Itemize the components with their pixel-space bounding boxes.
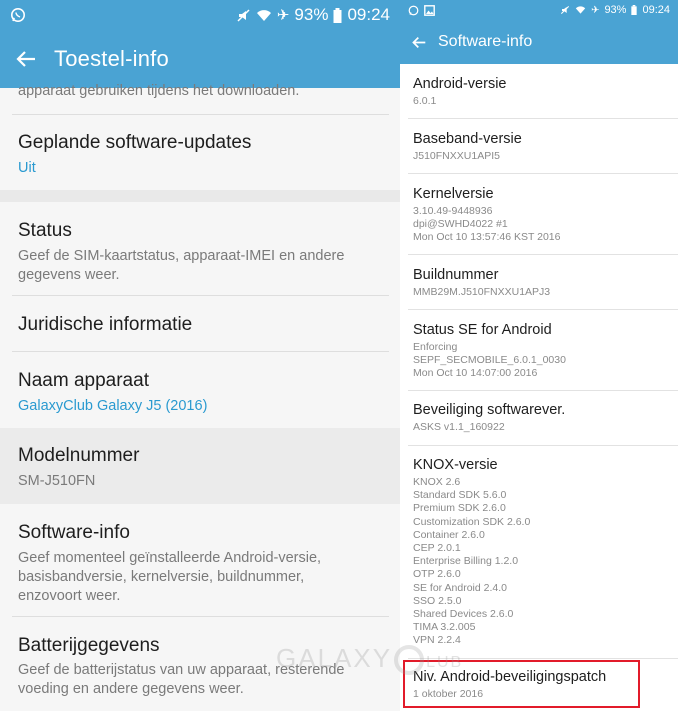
info-item-value: Enforcing SEPF_SECMOBILE_6.0.1_0030 Mon … xyxy=(413,341,566,380)
status-bar: ✈ 93% 09:24 xyxy=(0,0,400,30)
list-item-legal-info[interactable]: Juridische informatie xyxy=(0,296,400,351)
mute-icon xyxy=(560,5,570,15)
list-item-description: Geef de SIM-kaartstatus, apparaat-IMEI e… xyxy=(18,248,345,283)
list-item-title: Software-info xyxy=(18,522,130,543)
list-item-value: Uit xyxy=(18,160,36,176)
info-item-value: J510FNXXU1API5 xyxy=(413,150,500,162)
info-item-value: ASKS v1.1_160922 xyxy=(413,421,505,433)
info-item-android-version: Android-versie 6.0.1 xyxy=(400,64,678,118)
info-item-security-software-version: Beveiliging softwarever. ASKS v1.1_16092… xyxy=(400,391,678,445)
status-bar: ✈ 93% 09:24 xyxy=(400,0,678,20)
list-item-value: SM-J510FN xyxy=(18,473,96,489)
list-item-title: Batterijgegevens xyxy=(18,635,160,656)
list-item-device-name[interactable]: Naam apparaat GalaxyClub Galaxy J5 (2016… xyxy=(0,352,400,428)
back-arrow-icon[interactable] xyxy=(412,36,426,49)
battery-percentage: 93% xyxy=(294,5,329,24)
airplane-icon: ✈ xyxy=(276,7,290,24)
clock: 09:24 xyxy=(642,4,670,16)
list-item-title: Juridische informatie xyxy=(18,314,193,335)
info-item-build-number: Buildnummer MMB29M.J510FNXXU1APJ3 xyxy=(400,255,678,309)
list-item-title: Status xyxy=(18,220,72,241)
info-item-title: Buildnummer xyxy=(413,267,499,283)
info-item-value: 6.0.1 xyxy=(413,95,437,107)
info-item-knox-version: KNOX-versie KNOX 2.6 Standard SDK 5.6.0 … xyxy=(400,446,678,658)
info-item-title: KNOX-versie xyxy=(413,457,498,473)
list-item-software-info[interactable]: Software-info Geef momenteel geïnstallee… xyxy=(0,504,400,616)
info-item-se-android-status: Status SE for Android Enforcing SEPF_SEC… xyxy=(400,310,678,390)
page-title: Toestel-info xyxy=(54,46,169,71)
list-item-status[interactable]: Status Geef de SIM-kaartstatus, apparaat… xyxy=(0,202,400,295)
info-item-title: Beveiliging softwarever. xyxy=(413,402,566,418)
list-item-scheduled-updates[interactable]: Geplande software-updates Uit xyxy=(0,115,400,190)
info-item-baseband-version: Baseband-versie J510FNXXU1API5 xyxy=(400,119,678,173)
list-item-description: Geef momenteel geïnstalleerde Android-ve… xyxy=(18,550,322,604)
whatsapp-icon xyxy=(10,7,26,23)
app-bar: Software-info xyxy=(400,20,678,64)
info-item-value: MMB29M.J510FNXXU1APJ3 xyxy=(413,286,551,298)
clock: 09:24 xyxy=(347,5,390,24)
settings-list: apparaat gebruiken tijdens het downloade… xyxy=(0,83,400,711)
info-item-value: KNOX 2.6 Standard SDK 5.6.0 Premium SDK … xyxy=(413,476,531,647)
list-item-title: Modelnummer xyxy=(18,445,140,466)
info-item-kernel-version: Kernelversie 3.10.49-9448936 dpi@SWHD402… xyxy=(400,174,678,254)
section-divider xyxy=(0,190,400,202)
app-bar: Toestel-info xyxy=(0,30,400,88)
battery-icon xyxy=(333,7,342,23)
back-arrow-icon[interactable] xyxy=(16,50,36,68)
list-item-title: Geplande software-updates xyxy=(18,132,252,153)
wifi-icon xyxy=(575,5,586,15)
info-item-title: Android-versie xyxy=(413,76,507,92)
list-item-partial-text: apparaat gebruiken tijdens het downloade… xyxy=(18,83,300,99)
list-item-model-number[interactable]: Modelnummer SM-J510FN xyxy=(0,428,400,504)
list-item-title: Naam apparaat xyxy=(18,370,149,391)
list-item-value: GalaxyClub Galaxy J5 (2016) xyxy=(18,398,208,414)
wifi-icon xyxy=(256,8,272,23)
watermark-logo: GALAXY LUB xyxy=(276,643,464,676)
page-title: Software-info xyxy=(438,33,533,50)
watermark-c-icon xyxy=(394,645,425,676)
whatsapp-icon xyxy=(408,5,419,16)
software-info-list: Android-versie 6.0.1 Baseband-versie J51… xyxy=(400,64,678,711)
info-item-title: Status SE for Android xyxy=(413,322,552,338)
battery-icon xyxy=(631,5,638,15)
watermark-suffix: LUB xyxy=(426,654,464,671)
info-item-value: 3.10.49-9448936 dpi@SWHD4022 #1 Mon Oct … xyxy=(413,205,561,244)
software-info-screen: ✈ 93% 09:24 Software-info Android-versie… xyxy=(400,0,678,711)
info-item-title: Baseband-versie xyxy=(413,131,522,147)
watermark-prefix: GALAXY xyxy=(276,643,393,673)
gallery-icon xyxy=(424,4,435,16)
device-info-screen: ✈ 93% 09:24 Toestel-info apparaat gebrui… xyxy=(0,0,400,711)
info-item-title: Kernelversie xyxy=(413,186,494,202)
mute-icon xyxy=(236,8,251,23)
airplane-icon: ✈ xyxy=(591,4,600,16)
battery-percentage: 93% xyxy=(604,4,627,16)
list-item-cutoff: apparaat gebruiken tijdens het downloade… xyxy=(0,83,400,114)
